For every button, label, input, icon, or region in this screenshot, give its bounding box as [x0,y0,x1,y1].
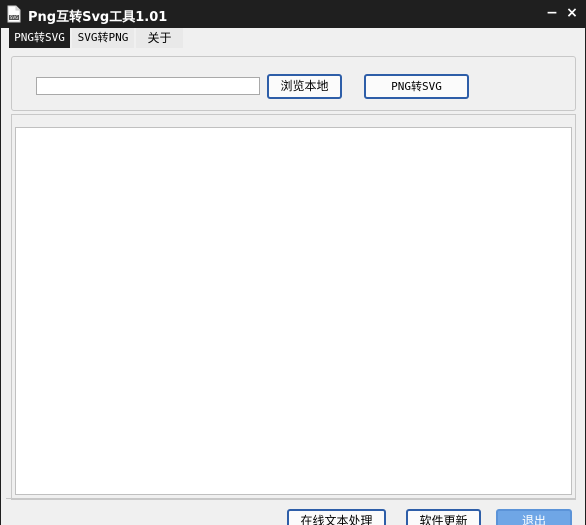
file-path-input[interactable] [36,77,260,95]
output-text-area[interactable] [15,127,572,495]
software-update-button[interactable]: 软件更新 [406,509,481,525]
close-button[interactable]: × [563,3,581,23]
online-text-processing-button[interactable]: 在线文本处理 [287,509,386,525]
browse-local-button[interactable]: 浏览本地 [267,74,342,99]
minimize-button[interactable]: − [543,3,561,23]
output-panel [11,114,576,500]
client-area: PNG转SVG SVG转PNG 关于 浏览本地 PNG转SVG 在线文本处理 软… [1,28,585,525]
window-title: Png互转Svg工具1.01 [28,10,168,25]
tab-png-to-svg[interactable]: PNG转SVG [9,28,70,48]
svg-text:SVG: SVG [10,15,18,20]
footer-divider [6,498,576,499]
exit-button[interactable]: 退出 [496,509,572,525]
png-to-svg-button[interactable]: PNG转SVG [364,74,469,99]
svg-file-icon: SVG [6,5,22,23]
title-bar[interactable]: SVG Png互转Svg工具1.01 − × [0,0,586,28]
file-select-panel: 浏览本地 PNG转SVG [11,56,576,111]
tab-about[interactable]: 关于 [136,28,183,48]
tab-svg-to-png[interactable]: SVG转PNG [72,28,134,48]
